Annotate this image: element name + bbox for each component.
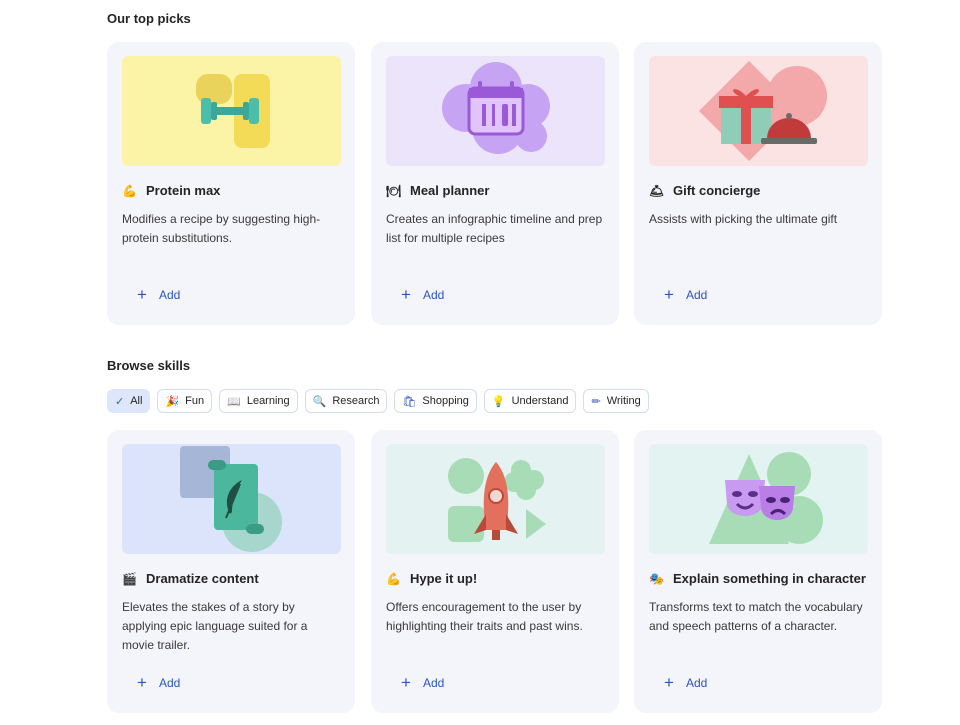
skill-card-gift-concierge[interactable]: 🛎 Gift concierge Assists with picking th… [634, 42, 882, 325]
protein-max-illustration [122, 56, 341, 166]
lightbulb-icon: 💡 [491, 395, 506, 408]
explain-in-character-illustration [649, 444, 868, 554]
filter-chip-shopping[interactable]: 🛍 Shopping [394, 389, 477, 413]
add-protein-max-button[interactable]: + Add [137, 286, 180, 303]
plus-icon: + [137, 673, 147, 692]
card-title: Dramatize content [146, 571, 259, 586]
filter-chips: ✓ All 🎉 Fun 📖 Learning 🔍 Research 🛍 Shop… [107, 389, 649, 413]
fork-knife-plate-icon: 🍽 [386, 183, 402, 198]
skill-card-explain-in-character[interactable]: 🎭 Explain something in character Transfo… [634, 430, 882, 713]
filter-chip-writing[interactable]: ✏ Writing [583, 389, 649, 413]
chip-label: All [130, 395, 143, 407]
card-description: Elevates the stakes of a story by applyi… [122, 600, 308, 652]
plus-icon: + [401, 673, 411, 692]
browse-skills-heading: Browse skills [107, 358, 191, 373]
add-gift-concierge-button[interactable]: + Add [664, 286, 707, 303]
chip-label: Learning [246, 395, 290, 407]
card-title: Protein max [146, 183, 221, 198]
card-description: Offers encouragement to the user by high… [386, 600, 583, 633]
search-list-icon: 🔍 [312, 395, 327, 408]
chip-label: Writing [606, 395, 641, 407]
clapper-board-icon: 🎬 [122, 571, 137, 586]
filter-chip-learning[interactable]: 📖 Learning [219, 389, 298, 413]
skill-card-meal-planner[interactable]: 🍽 Meal planner Creates an infographic ti… [371, 42, 619, 325]
card-description: Modifies a recipe by suggesting high-pro… [122, 212, 321, 245]
skill-card-dramatize-content[interactable]: 🎬 Dramatize content Elevates the stakes … [107, 430, 355, 713]
chip-label: Fun [185, 395, 205, 407]
add-label: Add [685, 675, 708, 690]
add-label: Add [685, 287, 708, 302]
flexed-arm-icon: 💪 [386, 571, 401, 586]
flexed-biceps-icon: 💪 [122, 183, 137, 198]
add-label: Add [158, 675, 181, 690]
meal-planner-illustration [386, 56, 605, 166]
chip-label: Understand [511, 395, 569, 407]
plus-icon: + [137, 285, 147, 304]
add-hype-it-up-button[interactable]: + Add [401, 674, 444, 691]
card-description: Creates an infographic timeline and prep… [386, 212, 603, 245]
card-title: Hype it up! [410, 571, 478, 586]
gift-concierge-illustration [649, 56, 868, 166]
pen-icon: ✏ [591, 395, 601, 408]
add-explain-in-character-button[interactable]: + Add [664, 674, 707, 691]
bell-icon: 🛎 [649, 183, 665, 198]
add-dramatize-content-button[interactable]: + Add [137, 674, 180, 691]
filter-chip-all[interactable]: ✓ All [107, 389, 151, 413]
hype-it-up-illustration [386, 444, 605, 554]
plus-icon: + [664, 285, 674, 304]
add-label: Add [158, 287, 181, 302]
card-title: Explain something in character [673, 571, 866, 586]
party-popper-icon: 🎉 [165, 395, 180, 408]
filter-chip-fun[interactable]: 🎉 Fun [157, 389, 213, 413]
add-label: Add [422, 675, 445, 690]
card-description: Assists with picking the ultimate gift [649, 212, 838, 226]
top-picks-heading: Our top picks [107, 11, 191, 26]
add-label: Add [422, 287, 445, 302]
chip-label: Research [332, 395, 380, 407]
add-meal-planner-button[interactable]: + Add [401, 286, 444, 303]
shopping-bag-icon: 🛍 [402, 395, 417, 408]
skill-card-hype-it-up[interactable]: 💪 Hype it up! Offers encouragement to th… [371, 430, 619, 713]
skill-card-protein-max[interactable]: 💪 Protein max Modifies a recipe by sugge… [107, 42, 355, 325]
card-title: Gift concierge [673, 183, 761, 198]
filter-chip-research[interactable]: 🔍 Research [304, 389, 388, 413]
filter-chip-understand[interactable]: 💡 Understand [483, 389, 577, 413]
dramatize-content-illustration [122, 444, 341, 554]
book-icon: 📖 [227, 395, 241, 408]
performing-arts-icon: 🎭 [649, 571, 664, 586]
plus-icon: + [664, 673, 674, 692]
chip-label: Shopping [422, 395, 469, 407]
checkmark-icon: ✓ [115, 395, 125, 408]
card-title: Meal planner [410, 183, 490, 198]
card-description: Transforms text to match the vocabulary … [649, 600, 863, 633]
plus-icon: + [401, 285, 411, 304]
